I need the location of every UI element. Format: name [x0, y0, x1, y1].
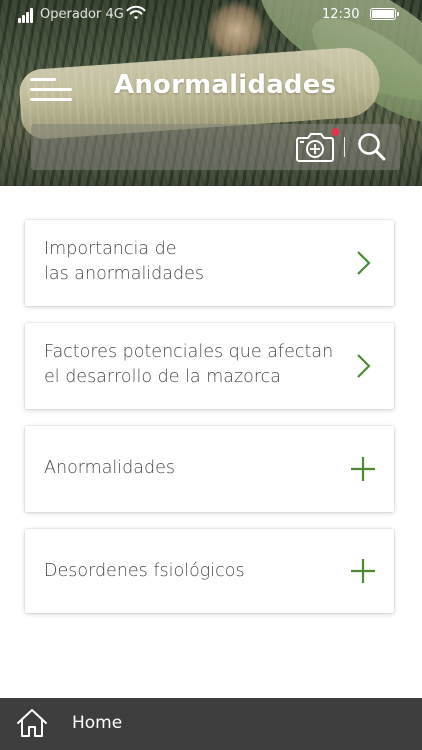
card-label: Desordenes fsiológicos — [44, 561, 245, 581]
hamburger-menu-icon — [30, 78, 56, 81]
camera-scan-icon — [296, 133, 334, 162]
home-nav-button[interactable]: Home — [0, 698, 422, 750]
notification-dot — [331, 128, 339, 136]
card-desordenes[interactable]: Desordenes fsiológicos — [25, 529, 394, 613]
clock: 12:30 — [322, 7, 360, 22]
plus-icon — [351, 559, 375, 583]
status-bar: Operador 4G 12:30 — [0, 0, 422, 30]
page-title: Anormalidades — [114, 70, 337, 100]
home-label: Home — [72, 713, 123, 733]
header-banner: Operador 4G 12:30 Anormalidades — [0, 0, 422, 186]
signal-icon — [18, 7, 36, 23]
search-divider — [344, 137, 345, 157]
search-button[interactable] — [355, 130, 389, 164]
camera-scan-button[interactable] — [295, 129, 337, 165]
card-anormalidades[interactable]: Anormalidades — [25, 426, 394, 512]
carrier-label: Operador 4G — [40, 7, 124, 22]
chevron-right-icon — [357, 251, 371, 275]
card-label: Factores potenciales que afectan el desa… — [44, 342, 334, 387]
content-list: Importancia de las anormalidades Factore… — [0, 186, 422, 698]
card-factores[interactable]: Factores potenciales que afectan el desa… — [25, 323, 394, 409]
card-label: Importancia de las anormalidades — [44, 239, 204, 284]
wifi-icon — [126, 5, 146, 20]
card-label: Anormalidades — [44, 458, 175, 478]
card-importancia[interactable]: Importancia de las anormalidades — [25, 220, 394, 306]
home-icon — [17, 709, 47, 737]
battery-icon — [370, 8, 399, 20]
plus-icon — [351, 457, 375, 481]
search-icon — [358, 133, 386, 161]
search-input[interactable] — [31, 124, 286, 170]
chevron-right-icon — [357, 354, 371, 378]
search-bar — [31, 124, 400, 170]
menu-button[interactable] — [30, 74, 72, 106]
